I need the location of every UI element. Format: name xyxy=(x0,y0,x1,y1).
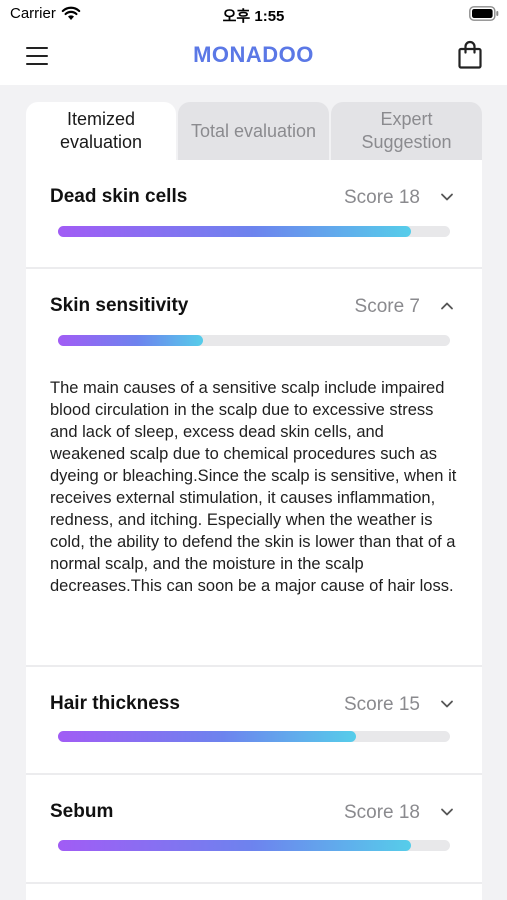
score-bar-track xyxy=(58,840,450,851)
chevron-down-icon[interactable] xyxy=(440,805,454,819)
item-sebum[interactable]: Sebum Score 18 xyxy=(26,775,482,884)
item-description: The main causes of a sensitive scalp inc… xyxy=(50,379,457,595)
item-score: Score 7 xyxy=(354,296,420,317)
chevron-down-icon[interactable] xyxy=(440,190,454,204)
score-bar-track xyxy=(58,335,450,346)
score-bar-track xyxy=(58,731,450,742)
item-hair-thickness[interactable]: Hair thickness Score 15 xyxy=(26,667,482,775)
item-score: Score 18 xyxy=(343,802,420,823)
tab-total-evaluation[interactable]: Total evaluation xyxy=(178,102,329,160)
tab-expert-suggestion[interactable]: Expert Suggestion xyxy=(331,102,482,160)
item-score: Score 18 xyxy=(343,187,420,208)
tab-label: Total evaluation xyxy=(190,120,317,141)
shopping-bag-icon[interactable] xyxy=(457,40,483,70)
item-dead-skin-cells[interactable]: Dead skin cells Score 18 xyxy=(26,160,482,269)
chevron-down-icon[interactable] xyxy=(440,697,454,711)
tab-label: Expert Suggestion xyxy=(361,109,452,152)
item-skin-sensitivity[interactable]: Skin sensitivity Score 7 The main causes… xyxy=(26,269,482,667)
item-title: Skin sensitivity xyxy=(50,295,189,316)
chevron-up-icon[interactable] xyxy=(440,299,454,313)
status-time: 오후 1:55 xyxy=(222,8,285,25)
battery-icon xyxy=(469,6,499,21)
app-header: MONADOO xyxy=(0,28,507,85)
status-bar: Carrier 오후 1:55 xyxy=(0,0,507,28)
evaluation-tabs: Itemized evaluation Total evaluation Exp… xyxy=(26,102,482,160)
brand-logo: MONADOO xyxy=(193,42,314,67)
tab-label: Itemized evaluation xyxy=(59,109,143,152)
score-bar-fill xyxy=(58,226,411,237)
evaluation-list: Dead skin cells Score 18 Skin sensitivit… xyxy=(26,160,482,900)
score-bar-fill xyxy=(58,731,356,742)
item-title: Sebum xyxy=(50,801,114,822)
score-bar-track xyxy=(58,226,450,237)
item-title: Hair thickness xyxy=(50,693,180,714)
score-bar-fill xyxy=(58,335,204,346)
item-score: Score 15 xyxy=(343,694,420,715)
item-title: Dead skin cells xyxy=(50,186,188,207)
tab-itemized-evaluation[interactable]: Itemized evaluation xyxy=(26,102,176,160)
score-bar-fill xyxy=(58,840,411,851)
